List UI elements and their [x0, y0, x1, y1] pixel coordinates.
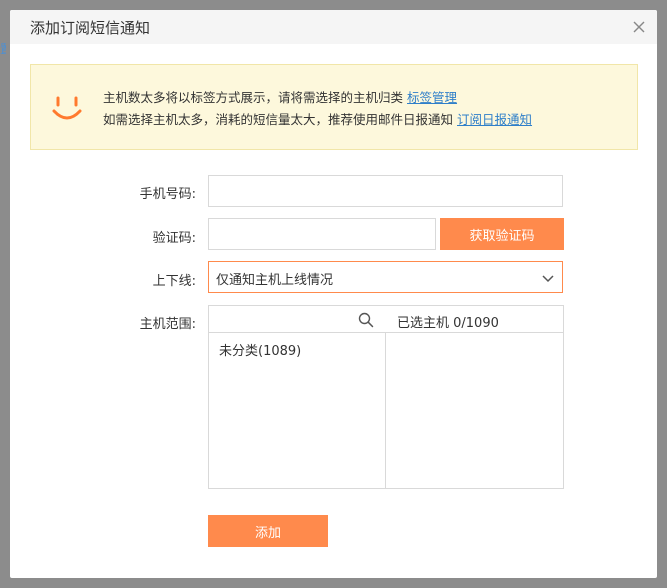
close-icon[interactable] [630, 18, 648, 36]
dialog-header: 添加订阅短信通知 [10, 10, 657, 44]
online-status-select[interactable]: 仅通知主机上线情况 [208, 261, 563, 293]
dialog-title: 添加订阅短信通知 [30, 19, 151, 37]
notice-line-1: 主机数太多将以标签方式展示，请将需选择的主机归类 标签管理 [103, 87, 457, 106]
backdrop-partial-text: 置 [0, 40, 6, 60]
get-code-button[interactable]: 获取验证码 [440, 218, 564, 250]
tree-item-uncategorized[interactable]: 未分类(1089) [219, 340, 301, 359]
code-label: 验证码: [152, 231, 196, 246]
online-status-value: 仅通知主机上线情况 [216, 273, 334, 288]
notice-line-2: 如需选择主机太多，消耗的短信量太大，推荐使用邮件日报通知 订阅日报通知 [103, 109, 532, 128]
notice-line-2-text: 如需选择主机太多，消耗的短信量太大，推荐使用邮件日报通知 [103, 112, 454, 127]
phone-label: 手机号码: [139, 187, 196, 202]
selected-hosts-pane: 已选主机 0/1090 [386, 306, 563, 488]
host-scope-label: 主机范围: [139, 317, 196, 332]
host-tree-pane: 未分类(1089) [209, 306, 386, 488]
online-status-label: 上下线: [152, 274, 196, 289]
tag-manage-link[interactable]: 标签管理 [407, 90, 457, 105]
verification-code-input[interactable] [208, 218, 436, 250]
add-button[interactable]: 添加 [208, 515, 328, 547]
subscribe-daily-report-link[interactable]: 订阅日报通知 [457, 112, 532, 127]
smile-icon [51, 95, 83, 123]
search-icon[interactable] [358, 312, 374, 328]
subscribe-sms-dialog: 添加订阅短信通知 主机数太多将以标签方式展示，请将需选择的主机归类 标签管理 如需… [10, 10, 657, 578]
chevron-down-icon [541, 271, 555, 285]
phone-input[interactable] [208, 175, 563, 207]
notice-banner: 主机数太多将以标签方式展示，请将需选择的主机归类 标签管理 如需选择主机太多，消耗… [30, 64, 638, 150]
selected-hosts-header: 已选主机 0/1090 [386, 306, 563, 333]
notice-line-1-text: 主机数太多将以标签方式展示，请将需选择的主机归类 [103, 90, 404, 105]
host-scope-panel: 未分类(1089) 已选主机 0/1090 [208, 305, 564, 489]
